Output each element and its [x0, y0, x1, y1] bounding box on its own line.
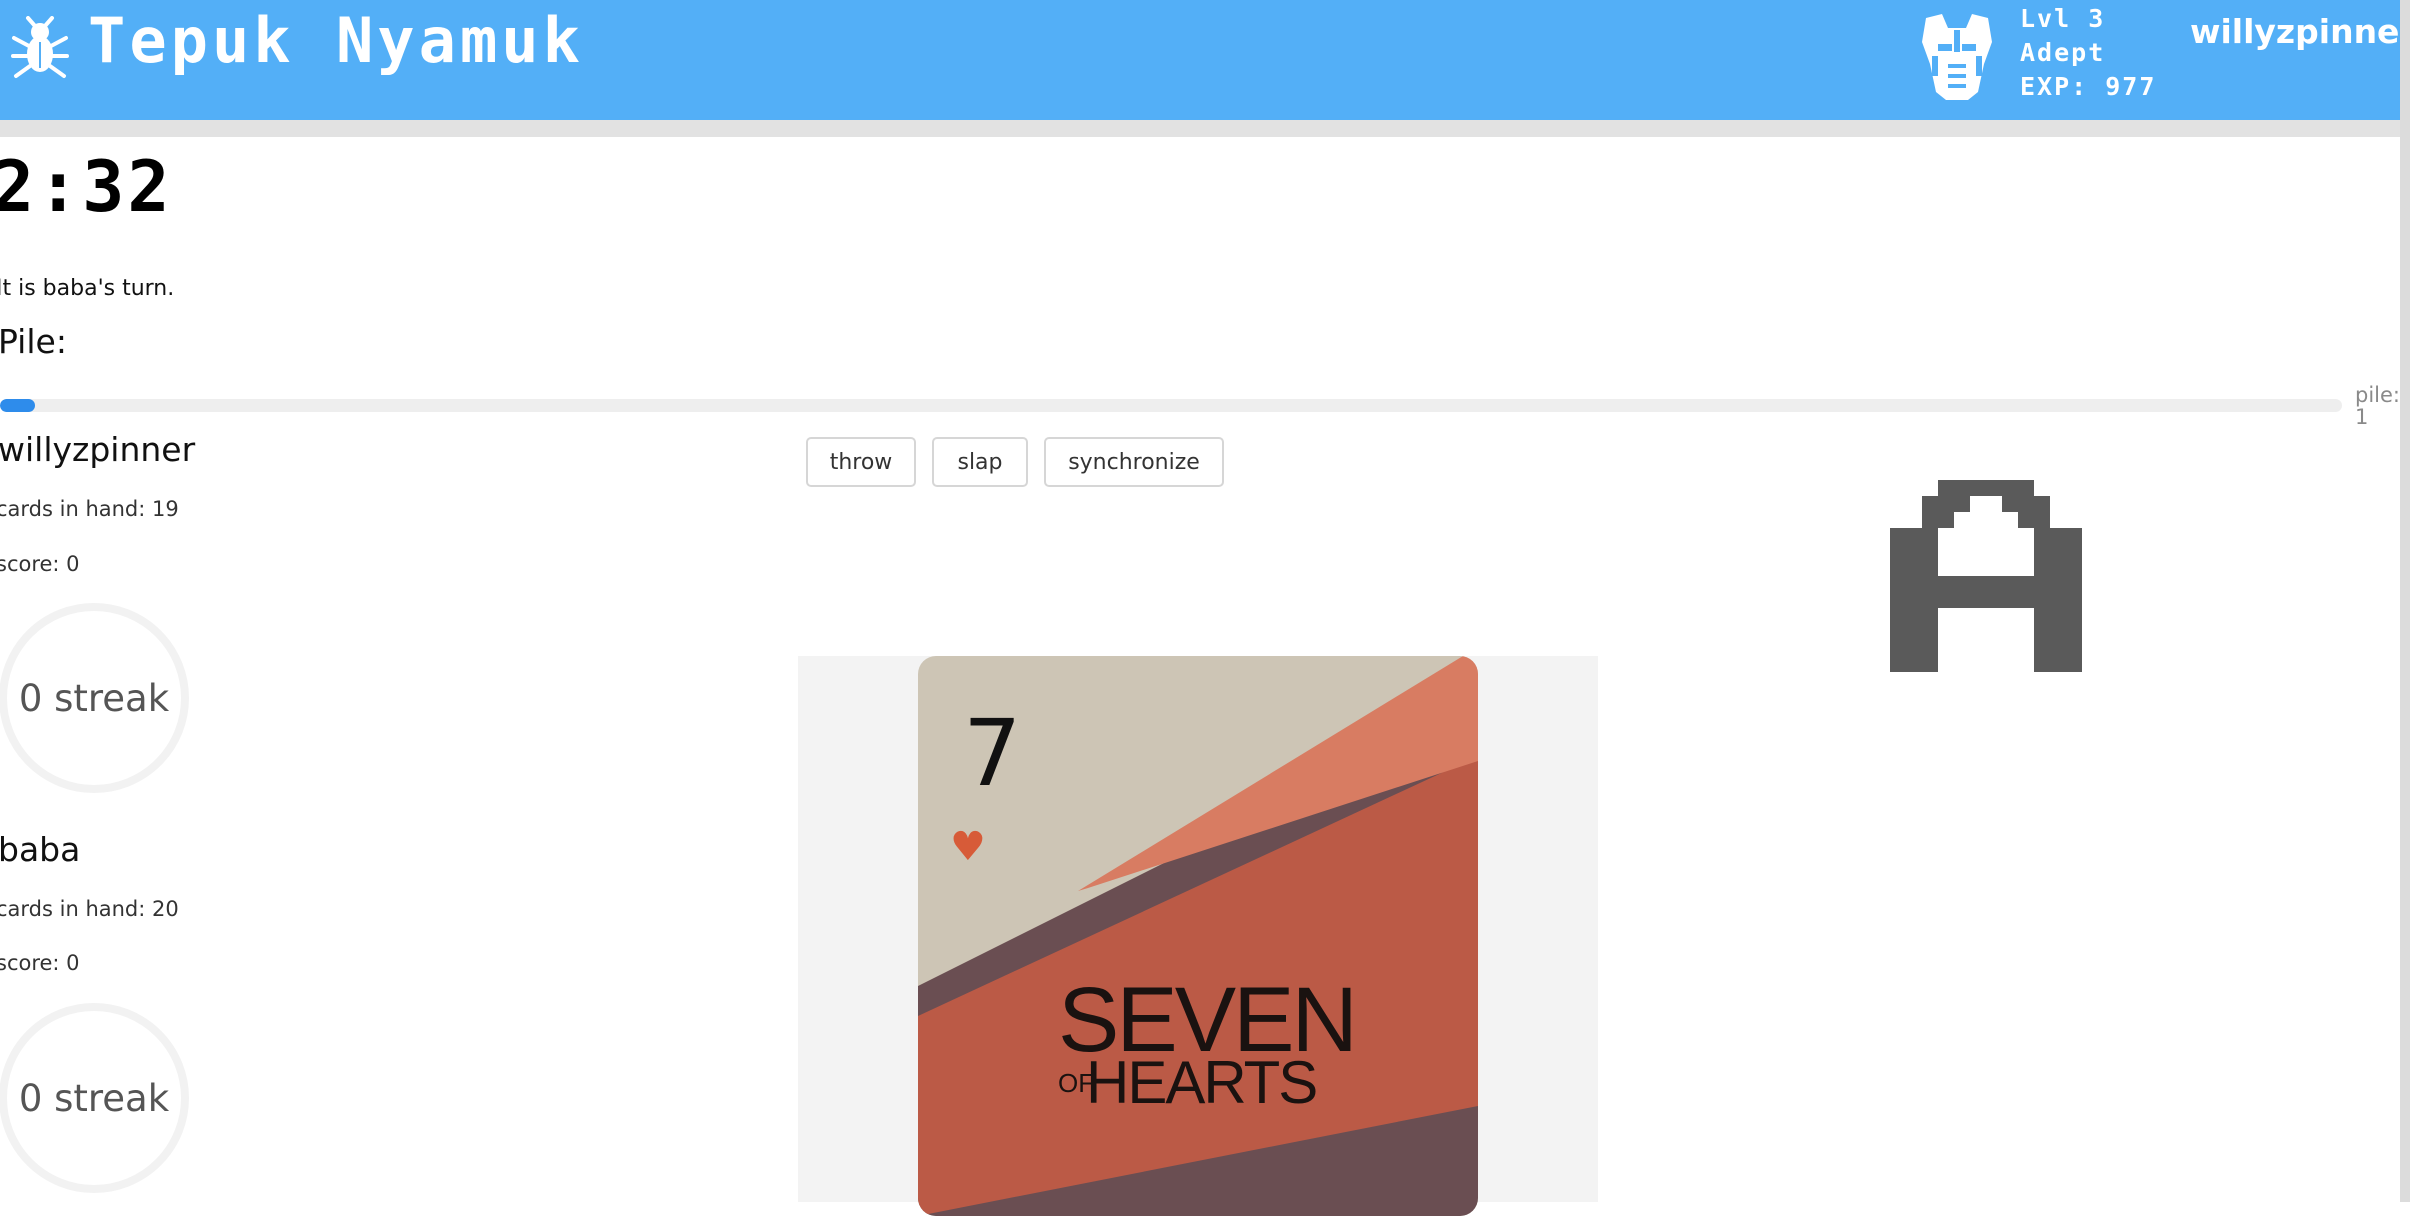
player-name: baba — [0, 830, 81, 869]
app-title[interactable]: Tepuk Nyamuk — [88, 4, 584, 77]
pile-count-label: pile: — [2355, 383, 2400, 407]
pile-count-value: 1 — [2355, 405, 2369, 429]
player-cards-in-hand: cards in hand: 20 — [0, 897, 179, 921]
heart-icon: ♥ — [950, 824, 986, 870]
mosquito-icon[interactable] — [10, 16, 70, 80]
player-name: willyzpinner — [0, 430, 196, 469]
robot-avatar-icon[interactable] — [1918, 12, 1996, 102]
pile-progress-fill — [0, 399, 36, 412]
player-score: score: 0 — [0, 951, 80, 975]
player-streak-ring: 0 streak — [0, 1003, 189, 1193]
player-level: Lvl 3 — [2020, 4, 2106, 33]
pile-progress-bar — [0, 399, 2342, 412]
username-link[interactable]: willyzpinner — [2190, 12, 2410, 51]
pile-top-card[interactable]: 7 ♥ SEVEN OF HEARTS — [918, 656, 1478, 1216]
page-scrollbar[interactable] — [2400, 0, 2410, 1202]
synchronize-button[interactable]: synchronize — [1044, 437, 1224, 487]
turn-indicator: It is baba's turn. — [0, 276, 175, 301]
top-bar: Tepuk Nyamuk Lvl 3 Adept EXP: 977 willyz… — [0, 0, 2410, 120]
pixel-alien-avatar-icon — [1890, 480, 2082, 672]
pile-label: Pile: — [0, 322, 67, 361]
card-rank: 7 — [963, 700, 1022, 807]
pile-count: pile: 1 — [2355, 384, 2410, 428]
player-streak: 0 streak — [18, 1076, 170, 1120]
player-rank: Adept — [2020, 38, 2106, 67]
player-streak-ring: 0 streak — [0, 603, 189, 793]
player-exp: EXP: 977 — [2020, 72, 2157, 101]
player-score: score: 0 — [0, 552, 80, 576]
player-cards-in-hand: cards in hand: 19 — [0, 497, 179, 521]
player-streak: 0 streak — [18, 676, 170, 720]
throw-button[interactable]: throw — [806, 437, 916, 487]
slap-button[interactable]: slap — [932, 437, 1028, 487]
game-timer: 2:32 — [0, 146, 173, 228]
topbar-divider — [0, 120, 2400, 137]
card-suit-name: HEARTS — [1086, 1049, 1318, 1116]
